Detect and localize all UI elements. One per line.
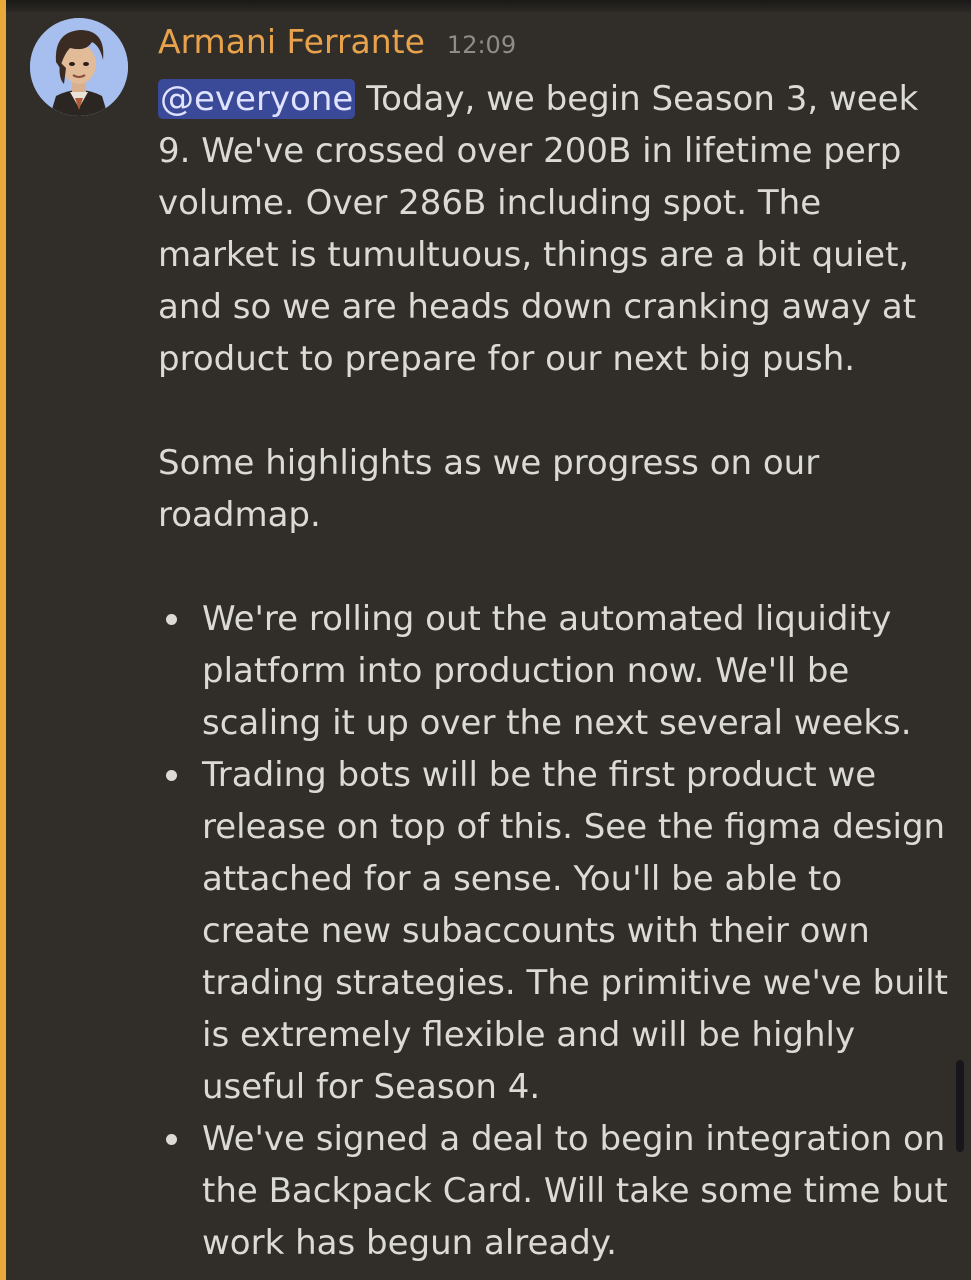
list-item-text: Trading bots will be the first product w… [202,755,949,1107]
everyone-mention[interactable]: @everyone [158,79,356,119]
list-item-text: We're rolling out the automated liquidit… [202,599,912,743]
list-item: We've signed a deal to begin integration… [158,1113,948,1269]
intro-text: Today, we begin Season 3, week 9. We've … [158,79,919,379]
list-item: We're rolling out the automated liquidit… [158,593,948,749]
list-item: Trading bots will be the first product w… [158,749,948,1113]
mention-highlight-bar [0,0,6,1280]
message-paragraph-intro: @everyone Today, we begin Season 3, week… [158,73,948,385]
message-header: Armani Ferrante 12:09 [158,22,516,72]
avatar[interactable] [30,18,128,116]
highlights-list: We're rolling out the automated liquidit… [158,593,948,1269]
message-timestamp[interactable]: 12:09 [447,31,516,59]
list-item-text: We've signed a deal to begin integration… [202,1119,948,1263]
bullet-dot-icon [166,614,177,625]
bullet-dot-icon [166,770,177,781]
message-content: @everyone Today, we begin Season 3, week… [158,73,948,1269]
bullet-dot-icon [166,1134,177,1145]
top-edge [0,0,971,12]
highlights-intro-text: Some highlights as we progress on our ro… [158,443,820,535]
author-username[interactable]: Armani Ferrante [158,22,425,61]
avatar-portrait-icon [30,18,128,116]
scrollbar-thumb[interactable] [956,1060,964,1152]
